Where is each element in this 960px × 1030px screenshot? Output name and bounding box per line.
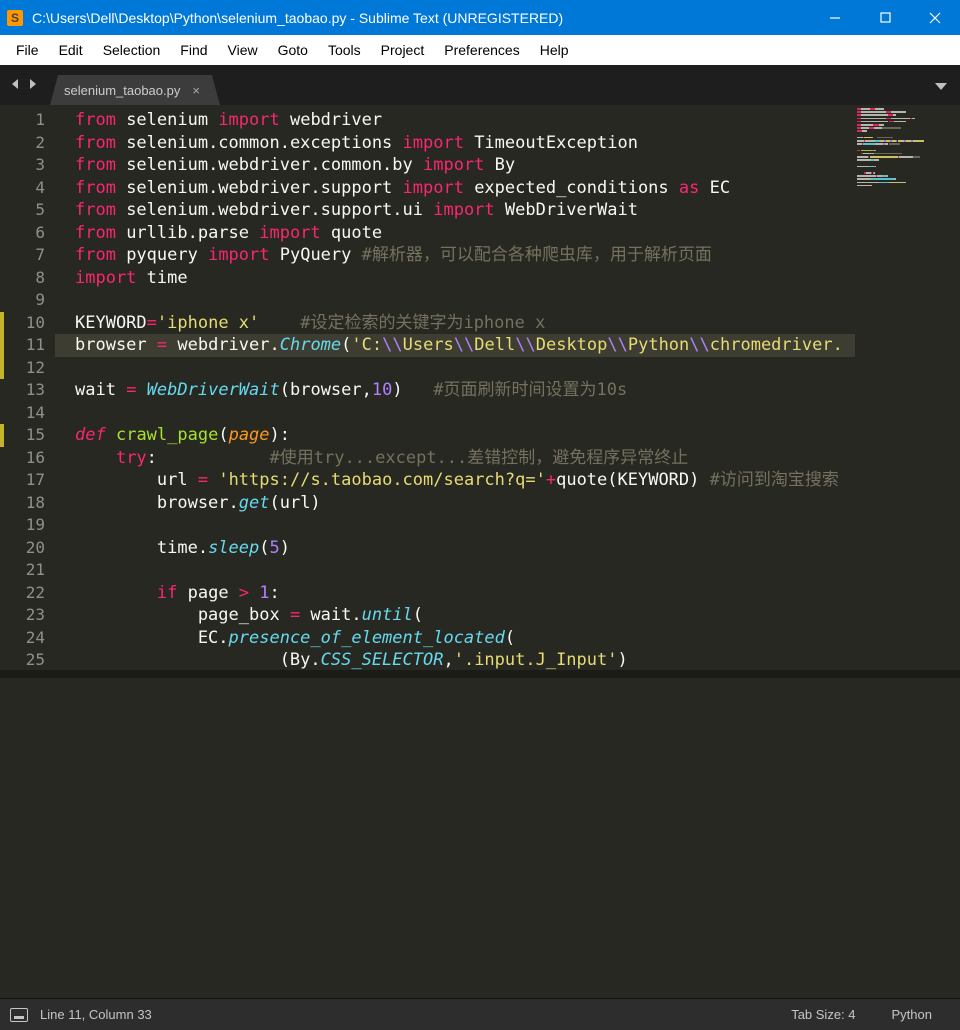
status-syntax[interactable]: Python <box>874 1007 950 1022</box>
line-number[interactable]: 10 <box>0 312 55 335</box>
tab-overflow-icon[interactable] <box>934 79 948 97</box>
menu-project[interactable]: Project <box>371 38 435 62</box>
nav-forward-icon[interactable] <box>26 77 42 93</box>
minimize-button[interactable] <box>810 0 860 35</box>
history-nav <box>0 77 50 93</box>
code-line[interactable]: browser.get(url) <box>75 493 321 513</box>
line-number[interactable]: 16 <box>0 447 55 470</box>
line-number[interactable]: 7 <box>0 244 55 267</box>
editor[interactable]: 1234567891011121314151617181920212223242… <box>0 105 960 670</box>
code-line[interactable]: from selenium.webdriver.support.ui impor… <box>75 200 638 220</box>
line-number[interactable]: 22 <box>0 582 55 605</box>
menubar: FileEditSelectionFindViewGotoToolsProjec… <box>0 35 960 65</box>
code-line[interactable]: KEYWORD='iphone x' #设定检索的关键字为iphone x <box>75 313 545 333</box>
line-number[interactable]: 20 <box>0 537 55 560</box>
statusbar: Line 11, Column 33 Tab Size: 4 Python <box>0 998 960 1030</box>
line-number[interactable]: 12 <box>0 357 55 380</box>
line-number[interactable]: 1 <box>0 109 55 132</box>
sublime-logo-icon: S <box>7 10 23 26</box>
code-line[interactable]: EC.presence_of_element_located( <box>75 628 515 648</box>
code-line[interactable]: url = 'https://s.taobao.com/search?q='+q… <box>75 470 839 490</box>
code-line[interactable]: def crawl_page(page): <box>75 425 290 445</box>
line-number[interactable]: 24 <box>0 627 55 650</box>
close-button[interactable] <box>910 0 960 35</box>
gutter[interactable]: 1234567891011121314151617181920212223242… <box>0 105 55 670</box>
menu-view[interactable]: View <box>218 38 268 62</box>
menu-file[interactable]: File <box>6 38 49 62</box>
code-line[interactable]: wait = WebDriverWait(browser,10) #页面刷新时间… <box>75 380 627 400</box>
menu-tools[interactable]: Tools <box>318 38 371 62</box>
window-controls <box>810 0 960 35</box>
menu-preferences[interactable]: Preferences <box>434 38 529 62</box>
code-line[interactable]: from selenium import webdriver <box>75 110 382 130</box>
code-line[interactable]: from selenium.common.exceptions import T… <box>75 133 638 153</box>
menu-help[interactable]: Help <box>530 38 579 62</box>
line-number[interactable]: 25 <box>0 649 55 672</box>
line-number[interactable]: 23 <box>0 604 55 627</box>
line-number[interactable]: 21 <box>0 559 55 582</box>
line-number[interactable]: 11 <box>0 334 55 357</box>
menu-selection[interactable]: Selection <box>93 38 171 62</box>
console-panel[interactable] <box>0 678 960 998</box>
line-number[interactable]: 15 <box>0 424 55 447</box>
code-line[interactable]: browser = webdriver.Chrome('C:\\Users\\D… <box>55 334 855 357</box>
code-line[interactable]: if page > 1: <box>75 583 280 603</box>
code-line[interactable]: from selenium.webdriver.common.by import… <box>75 155 515 175</box>
code-area[interactable]: from selenium import webdriver from sele… <box>55 105 855 670</box>
code-line[interactable]: from pyquery import PyQuery #解析器，可以配合各种爬… <box>75 245 712 265</box>
line-number[interactable]: 6 <box>0 222 55 245</box>
status-tab-size[interactable]: Tab Size: 4 <box>773 1007 873 1022</box>
line-number[interactable]: 17 <box>0 469 55 492</box>
tab-active[interactable]: selenium_taobao.py × <box>50 75 220 105</box>
code-line[interactable]: page_box = wait.until( <box>75 605 423 625</box>
app-icon: S <box>0 0 30 35</box>
status-cursor[interactable]: Line 11, Column 33 <box>40 1007 152 1022</box>
minimap[interactable] <box>855 105 960 670</box>
panel-splitter[interactable] <box>0 670 960 678</box>
nav-back-icon[interactable] <box>8 77 24 93</box>
tab-label: selenium_taobao.py <box>64 83 180 98</box>
line-number[interactable]: 2 <box>0 132 55 155</box>
code-line[interactable]: time.sleep(5) <box>75 538 290 558</box>
code-line[interactable]: import time <box>75 268 188 288</box>
code-line[interactable]: from urllib.parse import quote <box>75 223 382 243</box>
tab-row: selenium_taobao.py × <box>0 65 960 105</box>
menu-find[interactable]: Find <box>170 38 217 62</box>
maximize-button[interactable] <box>860 0 910 35</box>
line-number[interactable]: 13 <box>0 379 55 402</box>
line-number[interactable]: 9 <box>0 289 55 312</box>
titlebar: S C:\Users\Dell\Desktop\Python\selenium_… <box>0 0 960 35</box>
tab-close-icon[interactable]: × <box>192 83 200 98</box>
panel-switcher-icon[interactable] <box>10 1008 28 1022</box>
code-line[interactable]: from selenium.webdriver.support import e… <box>75 178 730 198</box>
line-number[interactable]: 8 <box>0 267 55 290</box>
line-number[interactable]: 19 <box>0 514 55 537</box>
menu-goto[interactable]: Goto <box>268 38 318 62</box>
code-line[interactable]: try: #使用try...except...差错控制，避免程序异常终止 <box>75 448 688 468</box>
line-number[interactable]: 3 <box>0 154 55 177</box>
line-number[interactable]: 4 <box>0 177 55 200</box>
menu-edit[interactable]: Edit <box>49 38 93 62</box>
line-number[interactable]: 18 <box>0 492 55 515</box>
code-line[interactable]: (By.CSS_SELECTOR,'.input.J_Input') <box>75 650 628 670</box>
window-title: C:\Users\Dell\Desktop\Python\selenium_ta… <box>30 10 810 26</box>
line-number[interactable]: 14 <box>0 402 55 425</box>
line-number[interactable]: 5 <box>0 199 55 222</box>
